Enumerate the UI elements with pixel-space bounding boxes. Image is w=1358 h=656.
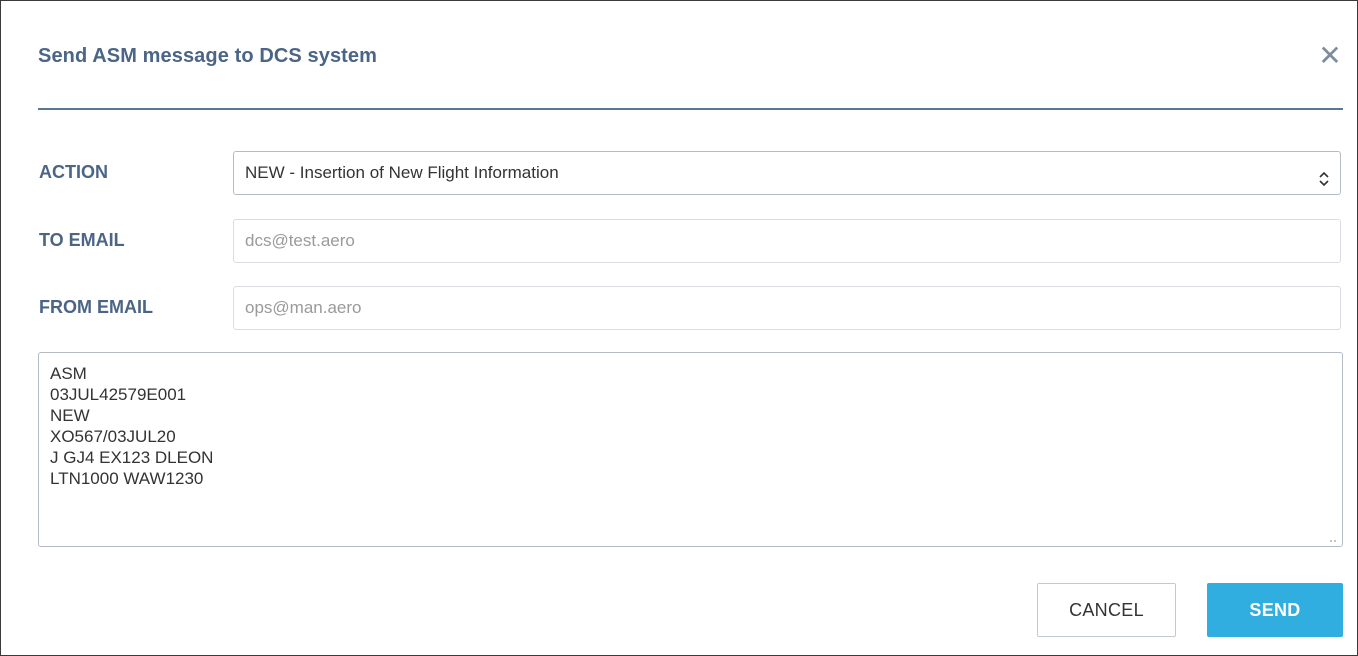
action-select[interactable]: NEW - Insertion of New Flight Informatio… <box>233 151 1341 195</box>
from-email-field[interactable]: ops@man.aero <box>233 286 1341 330</box>
cancel-button[interactable]: CANCEL <box>1037 583 1176 637</box>
action-select-value: NEW - Insertion of New Flight Informatio… <box>245 163 559 182</box>
action-row: ACTION NEW - Insertion of New Flight Inf… <box>38 151 1343 195</box>
send-asm-dialog: Send ASM message to DCS system ✕ ACTION … <box>0 0 1358 656</box>
from-email-label: FROM EMAIL <box>39 297 153 317</box>
to-email-label: TO EMAIL <box>39 230 125 250</box>
message-textarea[interactable]: ASM 03JUL42579E001 NEW XO567/03JUL20 J G… <box>38 352 1343 547</box>
dialog-title: Send ASM message to DCS system <box>38 45 378 67</box>
message-line: LTN1000 WAW1230 <box>50 469 204 488</box>
action-label: ACTION <box>39 162 108 182</box>
message-line: J GJ4 EX123 DLEON <box>50 448 214 467</box>
message-line: XO567/03JUL20 <box>50 427 176 446</box>
from-email-row: FROM EMAIL ops@man.aero <box>38 286 1343 330</box>
to-email-field[interactable]: dcs@test.aero <box>233 219 1341 263</box>
resize-handle-icon[interactable] <box>1328 537 1338 543</box>
select-arrows-icon <box>1318 163 1330 187</box>
to-email-row: TO EMAIL dcs@test.aero <box>38 219 1343 263</box>
message-line: NEW <box>50 406 90 425</box>
message-line: ASM <box>50 364 87 383</box>
dialog-header: Send ASM message to DCS system ✕ <box>38 1 1343 110</box>
close-icon[interactable]: ✕ <box>1317 41 1343 71</box>
send-button[interactable]: SEND <box>1207 583 1343 637</box>
message-line: 03JUL42579E001 <box>50 385 187 404</box>
